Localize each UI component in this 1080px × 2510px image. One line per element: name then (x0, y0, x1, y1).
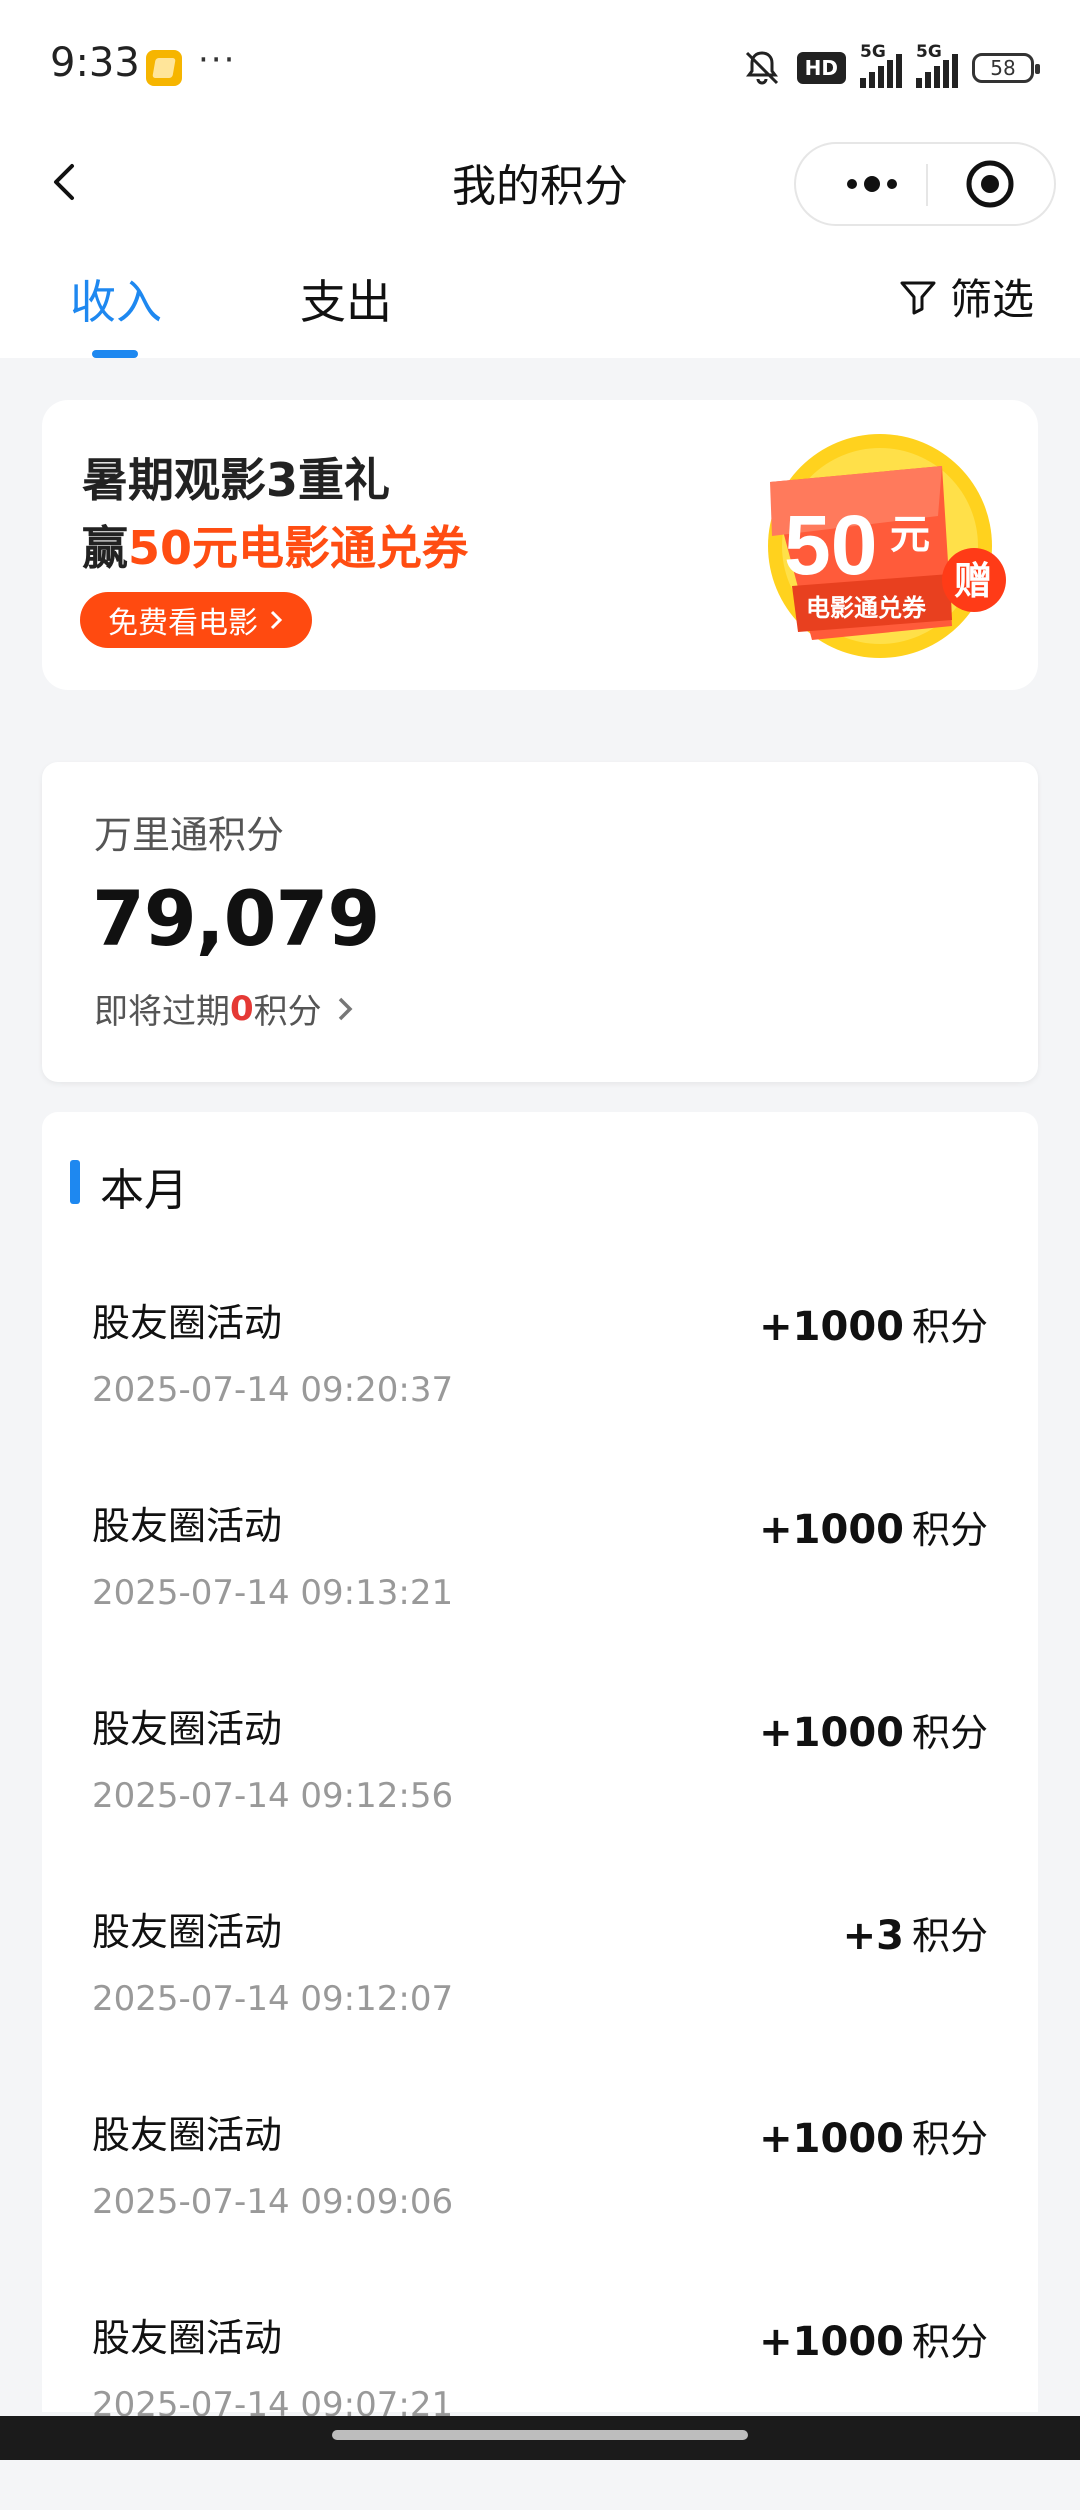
tab-income[interactable]: 收入 (70, 266, 162, 332)
list-item[interactable]: 股友圈活动 2025-07-14 09:12:56 +1000 积分 (42, 1698, 1038, 1901)
expire-count: 0 (230, 988, 254, 1029)
record-amount: +1000 积分 (759, 2116, 988, 2162)
free-movie-button[interactable]: 免费看电影 (80, 592, 312, 648)
more-options-icon[interactable] (822, 156, 922, 212)
capsule-divider (926, 164, 928, 206)
svg-text:赠: 赠 (954, 559, 992, 603)
svg-text:元: 元 (890, 512, 930, 558)
record-time: 2025-07-14 09:09:06 (92, 2182, 454, 2222)
free-movie-label: 免费看电影 (108, 606, 258, 641)
battery-icon: 58 (972, 53, 1040, 83)
status-indicators: HD 5G 5G 58 (741, 42, 1040, 92)
list-item[interactable]: 股友圈活动 2025-07-14 09:13:21 +1000 积分 (42, 1495, 1038, 1698)
banner-headline: 暑期观影3重礼 (82, 453, 391, 507)
battery-level: 58 (990, 56, 1016, 80)
list-item[interactable]: 股友圈活动 2025-07-14 09:07:21 +1000 积分 (42, 2307, 1038, 2510)
expiring-points-link[interactable]: 即将过期 0 积分 (94, 984, 358, 1033)
record-name: 股友圈活动 (92, 2316, 283, 2360)
points-label: 万里通积分 (94, 813, 285, 857)
notes-app-icon (146, 50, 182, 86)
points-summary-card: 万里通积分 79,079 即将过期 0 积分 (42, 762, 1038, 1082)
banner-highlight: 50元电影通兑券 (128, 521, 469, 575)
record-name: 股友圈活动 (92, 1910, 283, 1954)
home-indicator[interactable] (332, 2430, 748, 2440)
list-item[interactable]: 股友圈活动 2025-07-14 09:20:37 +1000 积分 (42, 1292, 1038, 1495)
record-name: 股友圈活动 (92, 2113, 283, 2157)
record-amount: +1000 积分 (759, 1304, 988, 1350)
filter-button[interactable]: 筛选 (898, 266, 1034, 327)
record-time: 2025-07-14 09:20:37 (92, 1370, 454, 1410)
banner-subheadline: 赢50元电影通兑券 (82, 521, 469, 575)
svg-text:电影通兑券: 电影通兑券 (806, 594, 927, 622)
record-amount: +3 积分 (842, 1913, 988, 1959)
gesture-navigation-bar (0, 2416, 1080, 2460)
section-title: 本月 (100, 1165, 188, 1216)
chevron-right-icon (338, 997, 353, 1020)
navigation-bar: 我的积分 (0, 130, 1080, 240)
expire-suffix: 积分 (253, 992, 322, 1032)
filter-icon (900, 281, 936, 314)
hd-volte-icon: HD (796, 52, 846, 84)
record-name: 股友圈活动 (92, 1504, 283, 1548)
record-amount: +1000 积分 (759, 2319, 988, 2365)
record-name: 股友圈活动 (92, 1301, 283, 1345)
svg-text:50: 50 (784, 498, 877, 592)
close-miniprogram-icon[interactable] (960, 156, 1020, 212)
back-arrow-icon[interactable] (38, 152, 98, 212)
points-balance: 79,079 (92, 874, 380, 963)
list-item[interactable]: 股友圈活动 2025-07-14 09:12:07 +3 积分 (42, 1901, 1038, 2104)
bell-muted-icon (745, 51, 778, 85)
record-amount: +1000 积分 (759, 1710, 988, 1756)
status-bar: 9:33 ··· HD 5G 5G 58 (0, 0, 1080, 130)
filter-label: 筛选 (949, 275, 1034, 324)
active-tab-indicator (92, 350, 138, 358)
signal-sim2-icon: 5G (916, 42, 958, 88)
records-list: 本月 股友圈活动 2025-07-14 09:20:37 +1000 积分 股友圈… (42, 1112, 1038, 2425)
tab-bar: 收入 支出 筛选 (0, 240, 1080, 358)
promo-banner[interactable]: 暑期观影3重礼 赢50元电影通兑券 免费看电影 50 元 电影通兑券 赠 (42, 400, 1038, 690)
record-time: 2025-07-14 09:12:56 (92, 1776, 454, 1816)
more-notifications-icon: ··· (198, 40, 237, 80)
record-time: 2025-07-14 09:13:21 (92, 1573, 454, 1613)
record-time: 2025-07-14 09:12:07 (92, 1979, 454, 2019)
list-item[interactable]: 股友圈活动 2025-07-14 09:09:06 +1000 积分 (42, 2104, 1038, 2307)
record-amount: +1000 积分 (759, 1507, 988, 1553)
expire-prefix: 即将过期 (94, 992, 230, 1032)
chevron-right-icon (270, 610, 283, 630)
section-marker (70, 1160, 80, 1204)
tab-expense[interactable]: 支出 (300, 266, 392, 332)
status-time: 9:33 (50, 40, 140, 86)
signal-sim1-icon: 5G (860, 42, 902, 88)
coupon-illustration: 50 元 电影通兑券 赠 (768, 434, 1006, 658)
record-name: 股友圈活动 (92, 1707, 283, 1751)
miniprogram-capsule (794, 142, 1056, 226)
